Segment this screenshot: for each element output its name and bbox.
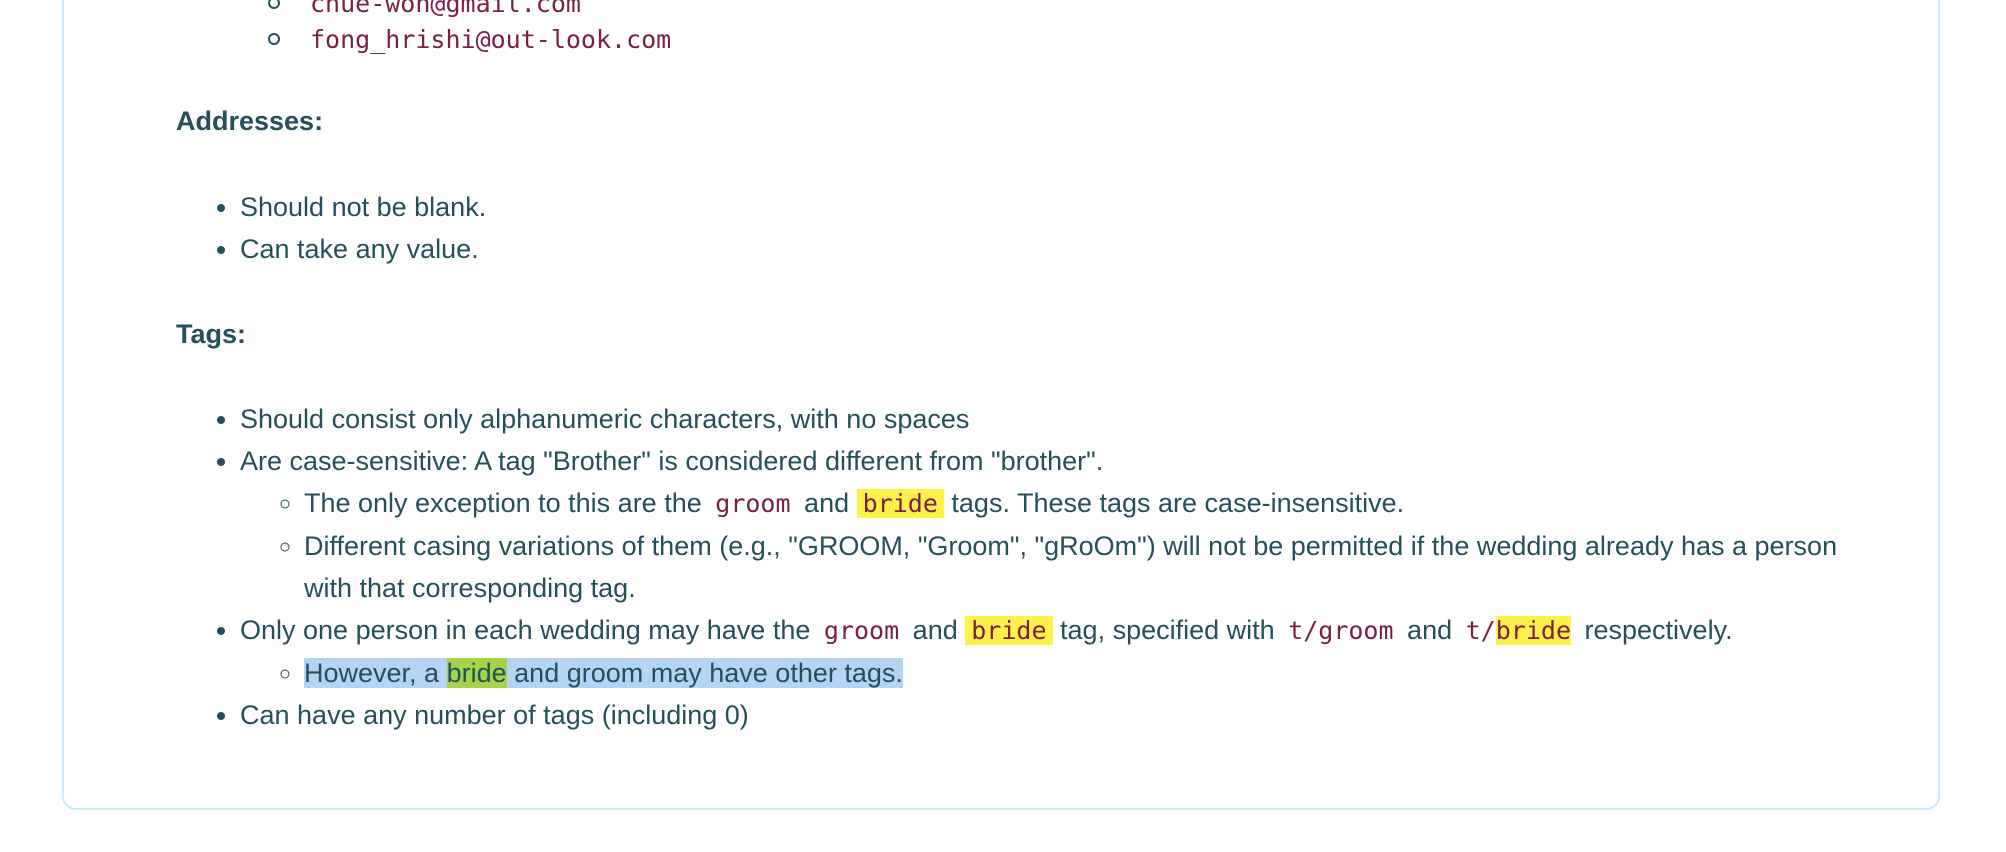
text: tag, specified with bbox=[1060, 615, 1275, 645]
text: However, a bbox=[304, 658, 440, 688]
text: tags. These tags are case-insensitive. bbox=[951, 488, 1405, 518]
code-bride-highlighted: bride bbox=[965, 616, 1053, 645]
list-item: Can have any number of tags (including 0… bbox=[240, 694, 1860, 736]
email-value: fong_hrishi@out-look.com bbox=[310, 25, 672, 54]
list-item: Should consist only alphanumeric charact… bbox=[240, 398, 1860, 440]
list-item: Only one person in each wedding may have… bbox=[240, 609, 1860, 694]
tags-heading: Tags: bbox=[176, 319, 247, 349]
email-item: fong_hrishi@out-look.com bbox=[268, 18, 671, 60]
highlighted-word: bride bbox=[446, 658, 507, 688]
sub-list: The only exception to this are the groom… bbox=[240, 482, 1860, 609]
text: and bbox=[804, 488, 850, 518]
sub-list-item: Different casing variations of them (e.g… bbox=[304, 525, 1860, 609]
text: and groom may have other tags. bbox=[514, 658, 903, 688]
code-groom: groom bbox=[715, 489, 791, 518]
circle-bullet-icon bbox=[268, 32, 280, 45]
code-prefix: t/ bbox=[1465, 616, 1496, 645]
text: The only exception to this are the bbox=[304, 488, 702, 518]
list-item: Should not be blank. bbox=[240, 186, 1860, 228]
text: Only one person in each wedding may have… bbox=[240, 615, 811, 645]
sub-list-item: The only exception to this are the groom… bbox=[304, 482, 1860, 525]
selected-text[interactable]: However, a bride and groom may have othe… bbox=[304, 658, 903, 688]
list-item: Can take any value. bbox=[240, 228, 1860, 270]
code-t-bride: t/bride bbox=[1460, 616, 1577, 645]
code-bride-highlighted: bride bbox=[856, 489, 944, 518]
code-t-groom: t/groom bbox=[1288, 616, 1394, 645]
addresses-heading: Addresses: bbox=[176, 106, 324, 136]
sub-list: However, a bride and groom may have othe… bbox=[240, 652, 1860, 694]
email-list: chue-won@gmail.com fong_hrishi@out-look.… bbox=[268, 0, 671, 60]
sub-list-item: However, a bride and groom may have othe… bbox=[304, 652, 1860, 694]
text: and bbox=[912, 615, 958, 645]
list-item: Are case-sensitive: A tag "Brother" is c… bbox=[240, 440, 1860, 609]
circle-bullet-icon bbox=[268, 0, 280, 9]
code-groom: groom bbox=[823, 616, 900, 645]
text: respectively. bbox=[1584, 615, 1733, 645]
code-bride-highlighted: bride bbox=[1495, 616, 1571, 645]
text: and bbox=[1407, 615, 1453, 645]
tags-list: Should consist only alphanumeric charact… bbox=[240, 398, 1860, 736]
addresses-list: Should not be blank. Can take any value. bbox=[240, 186, 1860, 270]
email-value: chue-won@gmail.com bbox=[310, 0, 581, 18]
list-item-text: Are case-sensitive: A tag "Brother" is c… bbox=[240, 446, 1104, 476]
